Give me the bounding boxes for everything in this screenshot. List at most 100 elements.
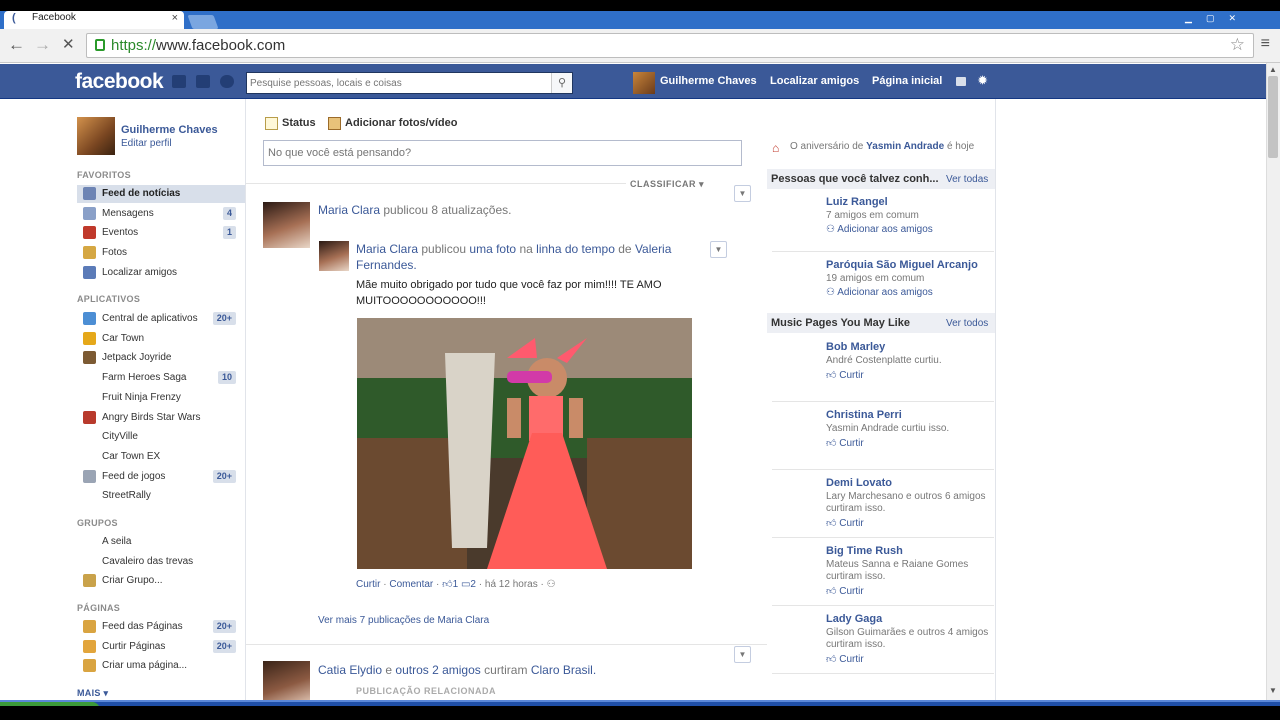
sort-button[interactable]: CLASSIFICAR ▾	[630, 179, 704, 190]
comment-count[interactable]: 2	[470, 579, 476, 590]
sidebar-item-apps[interactable]: Jetpack Joyride	[77, 349, 245, 367]
pymk-see-all[interactable]: Ver todas	[946, 174, 988, 185]
new-tab-button[interactable]	[187, 15, 219, 29]
sidebar-item-groups[interactable]: Cavaleiro das trevas	[77, 553, 245, 571]
suggestion-action[interactable]: 👍︎ Curtir	[826, 585, 864, 597]
sidebar-item-favorites[interactable]: Localizar amigos	[77, 264, 245, 282]
url-bar[interactable]: https://www.facebook.com ☆	[86, 33, 1254, 58]
suggestion-name[interactable]: Big Time Rush	[826, 545, 903, 557]
sidebar-item-apps[interactable]: Farm Heroes Saga 10	[77, 369, 245, 387]
like-link[interactable]: Curtir	[356, 579, 380, 590]
browser-menu-icon[interactable]: ≡	[1261, 35, 1270, 53]
forward-icon[interactable]: →	[34, 36, 51, 53]
story2-options-icon[interactable]: ▼	[734, 646, 751, 663]
sidebar-item-count: 20+	[212, 312, 236, 325]
profile-avatar[interactable]	[77, 117, 115, 155]
like-count[interactable]: 1	[453, 579, 459, 590]
suggestion-picture[interactable]	[772, 341, 817, 386]
suggestion-name[interactable]: Christina Perri	[826, 409, 902, 421]
suggestion-action[interactable]: ⚇ Adicionar aos amigos	[826, 287, 933, 298]
music-see-all[interactable]: Ver todos	[946, 318, 988, 329]
suggestion-action[interactable]: 👍︎ Curtir	[826, 369, 864, 381]
sidebar-item-apps[interactable]: Central de aplicativos 20+	[77, 310, 245, 328]
facebook-logo[interactable]: facebook	[75, 70, 164, 94]
scroll-up-icon[interactable]: ▲	[1269, 65, 1277, 74]
suggestion-picture[interactable]	[772, 477, 817, 522]
privacy-shortcuts-icon[interactable]	[956, 77, 966, 86]
bookmark-star-icon[interactable]: ☆	[1230, 35, 1245, 55]
sidebar-item-apps[interactable]: Car Town EX	[77, 448, 245, 466]
sidebar-item-pages[interactable]: Curtir Páginas 20+	[77, 638, 245, 656]
sub-avatar[interactable]	[319, 241, 349, 271]
more-link[interactable]: MAIS ▾	[77, 688, 108, 699]
author-link[interactable]: Maria Clara	[318, 203, 380, 217]
tab-close-icon[interactable]: ×	[172, 12, 178, 24]
status-tab[interactable]: Status	[282, 117, 316, 129]
status-composer[interactable]	[263, 140, 742, 166]
sidebar-item-favorites[interactable]: Mensagens 4	[77, 205, 245, 223]
friend-requests-icon[interactable]	[172, 75, 186, 88]
find-friends-link[interactable]: Localizar amigos	[770, 75, 859, 87]
sidebar-item-apps[interactable]: CityVille	[77, 428, 245, 446]
sidebar-item-apps[interactable]: Car Town	[77, 330, 245, 348]
suggestion-action[interactable]: 👍︎ Curtir	[826, 653, 864, 665]
maria-clara-avatar[interactable]	[263, 202, 310, 248]
settings-gear-icon[interactable]: ✹	[978, 74, 987, 87]
suggestion-action[interactable]: 👍︎ Curtir	[826, 517, 864, 529]
profile-link[interactable]: Guilherme Chaves	[660, 75, 757, 87]
browser-tab[interactable]: ( Facebook ×	[4, 11, 184, 29]
status-icon	[265, 117, 278, 130]
search-icon[interactable]: ⚲	[551, 73, 572, 93]
user-avatar[interactable]	[633, 72, 655, 94]
sidebar-item-apps[interactable]: Fruit Ninja Frenzy	[77, 389, 245, 407]
edit-profile-link[interactable]: Editar perfil	[121, 138, 172, 149]
catia-avatar[interactable]	[263, 661, 310, 700]
home-link[interactable]: Página inicial	[872, 75, 942, 87]
sidebar-item-favorites[interactable]: Fotos	[77, 244, 245, 262]
post-photo[interactable]	[357, 318, 692, 569]
sidebar-item-groups[interactable]: Criar Grupo...	[77, 572, 245, 590]
sidebar-item-pages[interactable]: Feed das Páginas 20+	[77, 618, 245, 636]
suggestion-name[interactable]: Demi Lovato	[826, 477, 892, 489]
suggestion-action[interactable]: ⚇ Adicionar aos amigos	[826, 224, 933, 235]
suggestion-picture[interactable]	[772, 409, 817, 454]
story-options-icon[interactable]: ▼	[734, 185, 751, 202]
suggestion-picture[interactable]	[772, 613, 817, 658]
sidebar-item-favorites[interactable]: Feed de notícias	[77, 185, 245, 203]
search-box[interactable]: ⚲	[246, 72, 573, 94]
status-input[interactable]	[264, 141, 734, 165]
window-controls[interactable]: ▁▢✕	[1185, 13, 1250, 24]
comment-link[interactable]: Comentar	[389, 579, 433, 590]
scrollbar-thumb[interactable]	[1268, 76, 1278, 158]
sidebar-item-pages[interactable]: Criar uma página...	[77, 657, 245, 675]
add-photo-tab[interactable]: Adicionar fotos/vídeo	[345, 117, 457, 129]
suggestion-name[interactable]: Bob Marley	[826, 341, 885, 353]
sidebar-item-apps[interactable]: Feed de jogos 20+	[77, 468, 245, 486]
search-input[interactable]	[247, 73, 547, 93]
suggestion-action[interactable]: 👍︎ Curtir	[826, 437, 864, 449]
see-more-posts-link[interactable]: Ver mais 7 publicações de Maria Clara	[318, 615, 489, 626]
sidebar-item-groups[interactable]: A seila	[77, 533, 245, 551]
sidebar-item-apps[interactable]: Angry Birds Star Wars	[77, 409, 245, 427]
right-gutter	[996, 99, 1266, 700]
profile-name[interactable]: Guilherme Chaves	[121, 124, 218, 136]
suggestion-name[interactable]: Luiz Rangel	[826, 196, 888, 208]
stop-icon[interactable]: ✕	[62, 36, 75, 53]
timestamp[interactable]: há 12 horas	[485, 579, 538, 590]
page-scrollbar[interactable]	[1266, 63, 1280, 700]
scroll-down-icon[interactable]: ▼	[1269, 686, 1277, 695]
notifications-icon[interactable]	[220, 75, 234, 88]
sidebar-item-apps[interactable]: StreetRally	[77, 487, 245, 505]
suggestion-picture[interactable]	[772, 259, 817, 304]
comment-icon[interactable]: ▭	[461, 579, 470, 590]
suggestion-picture[interactable]	[772, 545, 817, 590]
pymk-title[interactable]: Pessoas que você talvez conh...	[771, 173, 939, 185]
back-icon[interactable]: ←	[8, 36, 25, 53]
suggestion-picture[interactable]	[772, 196, 817, 241]
thumbs-up-icon[interactable]: 👍︎	[442, 579, 452, 590]
messages-icon[interactable]	[196, 75, 210, 88]
suggestion-name[interactable]: Paróquia São Miguel Arcanjo	[826, 259, 978, 271]
post-options-icon[interactable]: ▼	[710, 241, 727, 258]
sidebar-item-favorites[interactable]: Eventos 1	[77, 224, 245, 242]
suggestion-name[interactable]: Lady Gaga	[826, 613, 882, 625]
